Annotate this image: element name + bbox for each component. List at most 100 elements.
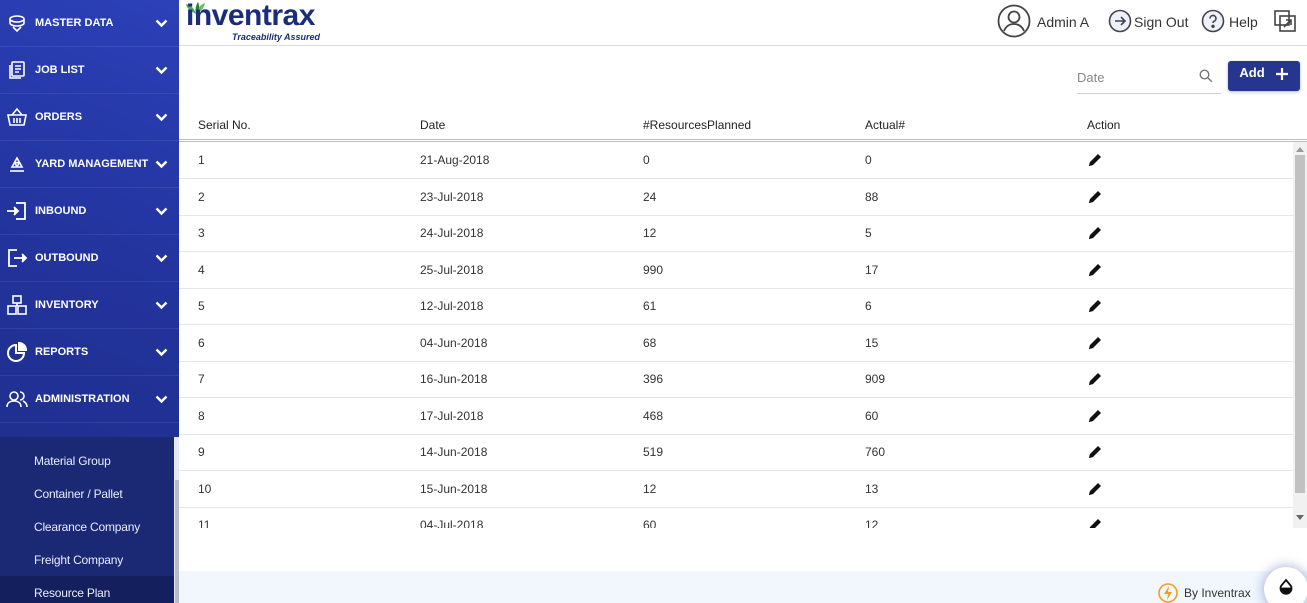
sidebar-item-label: JOB LIST [35, 64, 85, 76]
edit-pencil-icon[interactable] [1087, 335, 1103, 356]
sidebar-item-job-list[interactable]: JOB LIST [0, 47, 179, 94]
chevron-down-icon [154, 395, 168, 404]
footer: By Inventrax [179, 571, 1307, 603]
sidebar-item-label: YARD MANAGEMENT [35, 158, 149, 170]
edit-pencil-icon[interactable] [1087, 517, 1103, 528]
cell-actual: 909 [865, 372, 886, 386]
add-button[interactable]: Add [1228, 61, 1300, 91]
chevron-down-icon [154, 207, 168, 216]
table-row: 2 23-Jul-2018 24 88 [179, 179, 1293, 216]
edit-pencil-icon[interactable] [1087, 189, 1103, 210]
column-header-date[interactable]: Date [420, 118, 445, 132]
sidebar-item-master-data[interactable]: MASTER DATA [0, 0, 179, 47]
edit-pencil-icon[interactable] [1087, 262, 1103, 283]
theme-toggle-button[interactable] [1264, 567, 1307, 603]
date-search-input[interactable] [1077, 66, 1195, 88]
sidebar-item-administration[interactable]: ADMINISTRATION [0, 376, 179, 423]
drop-icon [1277, 578, 1295, 601]
table-row: 8 17-Jul-2018 468 60 [179, 398, 1293, 435]
sign-out-icon [1108, 9, 1132, 36]
submenu-item-resource-plan[interactable]: Resource Plan [0, 576, 174, 603]
search-icon[interactable] [1199, 69, 1213, 88]
user-avatar-icon [997, 4, 1031, 41]
pie-chart-icon [6, 341, 28, 363]
cell-actual: 760 [865, 445, 886, 459]
edit-pencil-icon[interactable] [1087, 408, 1103, 429]
column-header-resources-planned[interactable]: #ResourcesPlanned [643, 118, 751, 132]
edit-pencil-icon[interactable] [1087, 371, 1103, 392]
sidebar-item-inventory[interactable]: INVENTORY [0, 282, 179, 329]
sidebar-item-label: REPORTS [35, 346, 89, 358]
plus-icon [1275, 67, 1289, 86]
cell-actual: 13 [865, 481, 879, 496]
cell-serial: 2 [198, 189, 205, 204]
scroll-down-icon[interactable] [1296, 515, 1304, 521]
cell-actual: 12 [865, 518, 879, 528]
cell-date: 23-Jul-2018 [420, 189, 484, 204]
cell-date: 17-Jul-2018 [420, 408, 484, 423]
sidebar-item-orders[interactable]: ORDERS [0, 94, 179, 141]
add-button-label: Add [1239, 64, 1265, 80]
help-icon [1201, 9, 1225, 36]
table-row: 4 25-Jul-2018 990 17 [179, 252, 1293, 289]
cell-serial: 9 [198, 445, 205, 459]
footer-credit: By Inventrax [1184, 586, 1251, 600]
scroll-up-icon[interactable] [1296, 146, 1304, 152]
cell-resources-planned: 0 [643, 153, 650, 167]
cell-serial: 8 [198, 408, 205, 423]
edit-pencil-icon[interactable] [1087, 225, 1103, 246]
submenu-item-clearance-company[interactable]: Clearance Company [0, 510, 174, 543]
outbound-icon [6, 247, 28, 269]
table-body: 1 21-Aug-2018 0 0 2 23-Jul-2018 24 88 3 24-Jul-20… [179, 142, 1293, 528]
chevron-down-icon [154, 348, 168, 357]
sidebar-item-outbound[interactable]: OUTBOUND [0, 235, 179, 282]
help-button[interactable]: Help [1201, 6, 1258, 38]
column-header-actual[interactable]: Actual# [865, 118, 905, 132]
app-root: MASTER DATA JOB LIST ORDERS YARD MANAGEM… [0, 0, 1307, 603]
table-row: 1 21-Aug-2018 0 0 [179, 142, 1293, 179]
sidebar-item-inbound[interactable]: INBOUND [0, 188, 179, 235]
sidebar-item-label: INBOUND [35, 205, 87, 217]
sidebar-item-label: ADMINISTRATION [35, 393, 130, 405]
cell-resources-planned: 61 [643, 299, 657, 313]
cell-resources-planned: 12 [643, 481, 657, 496]
submenu-item-material-group[interactable]: Material Group [0, 444, 174, 477]
inventory-icon [6, 294, 28, 316]
cell-date: 15-Jun-2018 [420, 481, 488, 496]
edit-pencil-icon[interactable] [1087, 444, 1103, 465]
cell-date: 04-Jul-2018 [420, 518, 484, 528]
chevron-down-icon [154, 254, 168, 263]
cell-serial: 3 [198, 226, 205, 240]
submenu-item-container-pallet[interactable]: Container / Pallet [0, 477, 174, 510]
cell-date: 14-Jun-2018 [420, 445, 488, 459]
submenu-item-freight-company[interactable]: Freight Company [0, 543, 174, 576]
cell-resources-planned: 68 [643, 335, 657, 350]
chevron-down-icon [154, 301, 168, 310]
table-row: 11 04-Jul-2018 60 12 [179, 507, 1293, 528]
edit-pencil-icon[interactable] [1087, 481, 1103, 502]
edit-pencil-icon[interactable] [1087, 152, 1103, 173]
lightning-icon [1158, 583, 1178, 603]
user-name: Admin A [1037, 14, 1090, 30]
sidebar-item-label: OUTBOUND [35, 252, 99, 264]
edit-pencil-icon[interactable] [1087, 298, 1103, 319]
cell-actual: 15 [865, 335, 879, 350]
cell-resources-planned: 60 [643, 518, 657, 528]
sign-out-button[interactable]: Sign Out [1108, 6, 1188, 38]
user-menu[interactable]: Admin A [997, 4, 1090, 41]
yard-icon [6, 153, 28, 175]
cell-serial: 10 [198, 481, 212, 496]
column-header-serial[interactable]: Serial No. [198, 118, 251, 132]
cell-resources-planned: 519 [643, 445, 664, 459]
cell-date: 21-Aug-2018 [420, 153, 490, 167]
cell-resources-planned: 396 [643, 372, 664, 386]
cell-date: 25-Jul-2018 [420, 262, 484, 277]
inventrax-logo[interactable]: inventrax Traceability Assured [183, 0, 328, 45]
fullscreen-button[interactable] [1273, 6, 1297, 38]
cell-serial: 5 [198, 299, 205, 313]
sidebar-item-reports[interactable]: REPORTS [0, 329, 179, 376]
cell-actual: 17 [865, 262, 879, 277]
sidebar-item-yard-management[interactable]: YARD MANAGEMENT [0, 141, 179, 188]
table-scrollbar-thumb[interactable] [1295, 155, 1305, 493]
master-data-icon [6, 12, 28, 34]
